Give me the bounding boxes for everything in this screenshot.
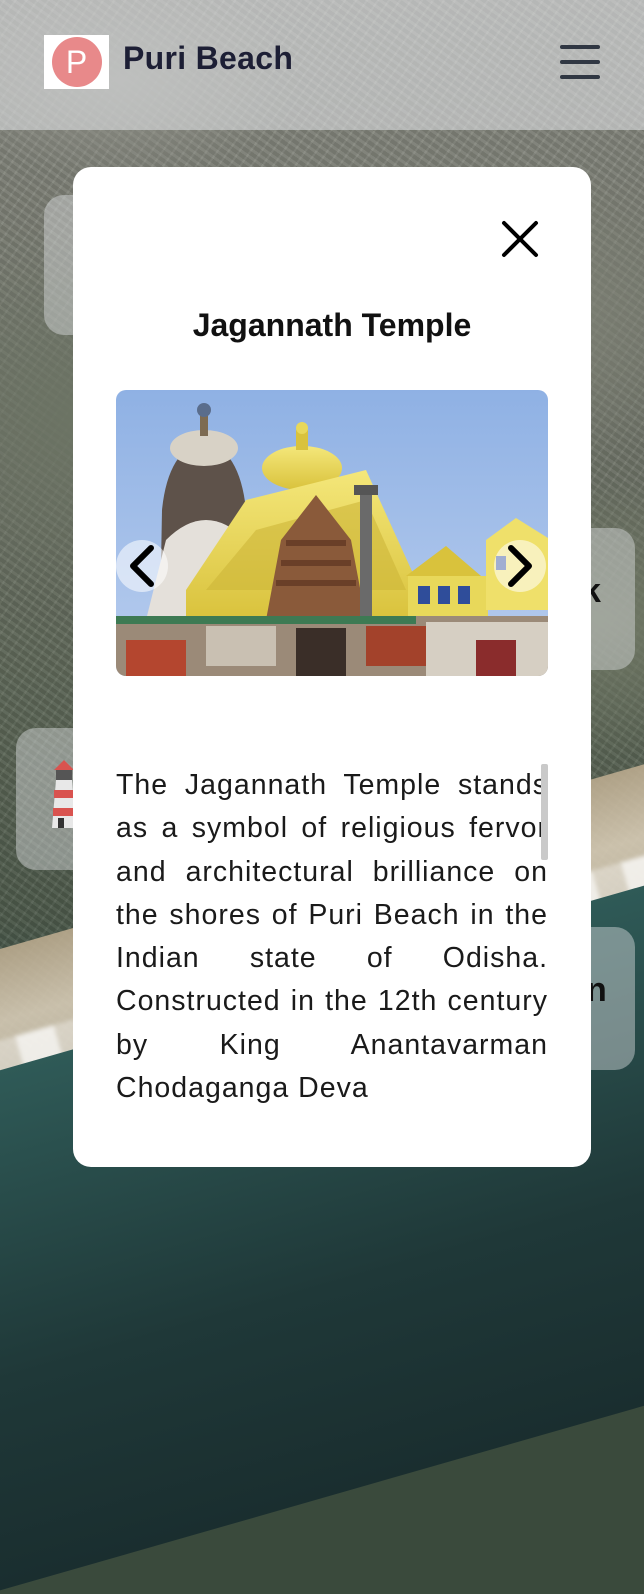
description-scroll-area[interactable]: The Jagannath Temple stands as a symbol … (116, 764, 548, 1122)
hamburger-line (560, 60, 600, 64)
temple-photo (116, 390, 548, 676)
place-description: The Jagannath Temple stands as a symbol … (116, 769, 548, 1105)
image-carousel[interactable] (116, 390, 548, 676)
scrollbar-thumb[interactable] (541, 764, 548, 860)
hamburger-line (560, 45, 600, 49)
place-title: Jagannath Temple (192, 307, 472, 343)
hamburger-line (560, 75, 600, 79)
carousel-next-button[interactable] (494, 540, 546, 592)
chevron-left-icon (130, 545, 154, 587)
logo[interactable]: P (44, 35, 109, 89)
place-detail-modal: Jagannath Temple The Jagannath Temple st… (73, 167, 591, 1167)
close-button[interactable] (500, 219, 540, 259)
close-icon (502, 221, 538, 257)
carousel-prev-button[interactable] (116, 540, 168, 592)
hamburger-icon[interactable] (560, 45, 600, 79)
logo-circle: P (51, 37, 102, 87)
top-header: P Puri Beach (0, 0, 644, 130)
chevron-right-icon (508, 545, 532, 587)
site-title: Puri Beach (123, 40, 294, 76)
